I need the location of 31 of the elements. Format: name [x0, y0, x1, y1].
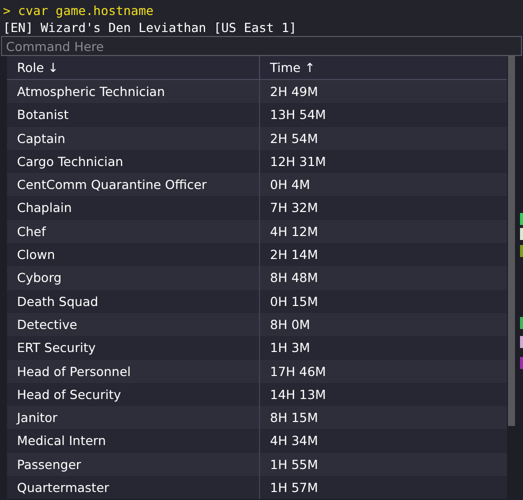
table-cell-text: Janitor	[15, 409, 58, 428]
column-header[interactable]: Role ↓	[7, 56, 259, 79]
color-mark	[520, 245, 523, 257]
table-cell-text: Medical Intern	[16, 432, 107, 450]
table-cell-text: Head of Security	[16, 386, 122, 404]
color-mark	[520, 213, 523, 225]
table-cell-text: Chef	[16, 222, 47, 241]
table-cell-text: Atmospheric Technician	[16, 83, 166, 101]
color-mark	[520, 357, 523, 369]
color-mark	[520, 317, 523, 329]
scrollbar[interactable]	[508, 56, 515, 426]
color-mark	[520, 336, 523, 348]
table-cell-text: CentComm Quarantine Officer	[16, 176, 208, 194]
table-cell-text: Cyborg	[16, 269, 63, 288]
table-cell-text: Head of Personnel	[16, 362, 132, 381]
table-cell-text: Passenger	[16, 456, 82, 474]
table-cell-text: Botanist	[16, 106, 70, 124]
color-mark	[520, 228, 523, 240]
table-cell-text: Quartermaster	[16, 479, 110, 498]
table-cell-text: Cargo Technician	[16, 152, 124, 171]
console-command: > cvar game.hostname	[0, 0, 523, 21]
table-cell-text: Detective	[16, 316, 78, 334]
table-cell-text: Death Squad	[16, 292, 100, 311]
command-field[interactable]: Command Here	[1, 36, 522, 56]
table-cell-text: ERT Security	[16, 339, 97, 358]
table-cell-text: Chaplain	[16, 199, 73, 218]
table-cell-text: Clown	[16, 246, 56, 264]
table-cell: 1H 57M	[259, 476, 507, 500]
table-cell-text: Captain	[16, 130, 66, 148]
console-output: [EN] Wizard's Den Leviathan [US East 1]	[0, 21, 523, 36]
column-header[interactable]: Time ↑	[259, 56, 507, 79]
